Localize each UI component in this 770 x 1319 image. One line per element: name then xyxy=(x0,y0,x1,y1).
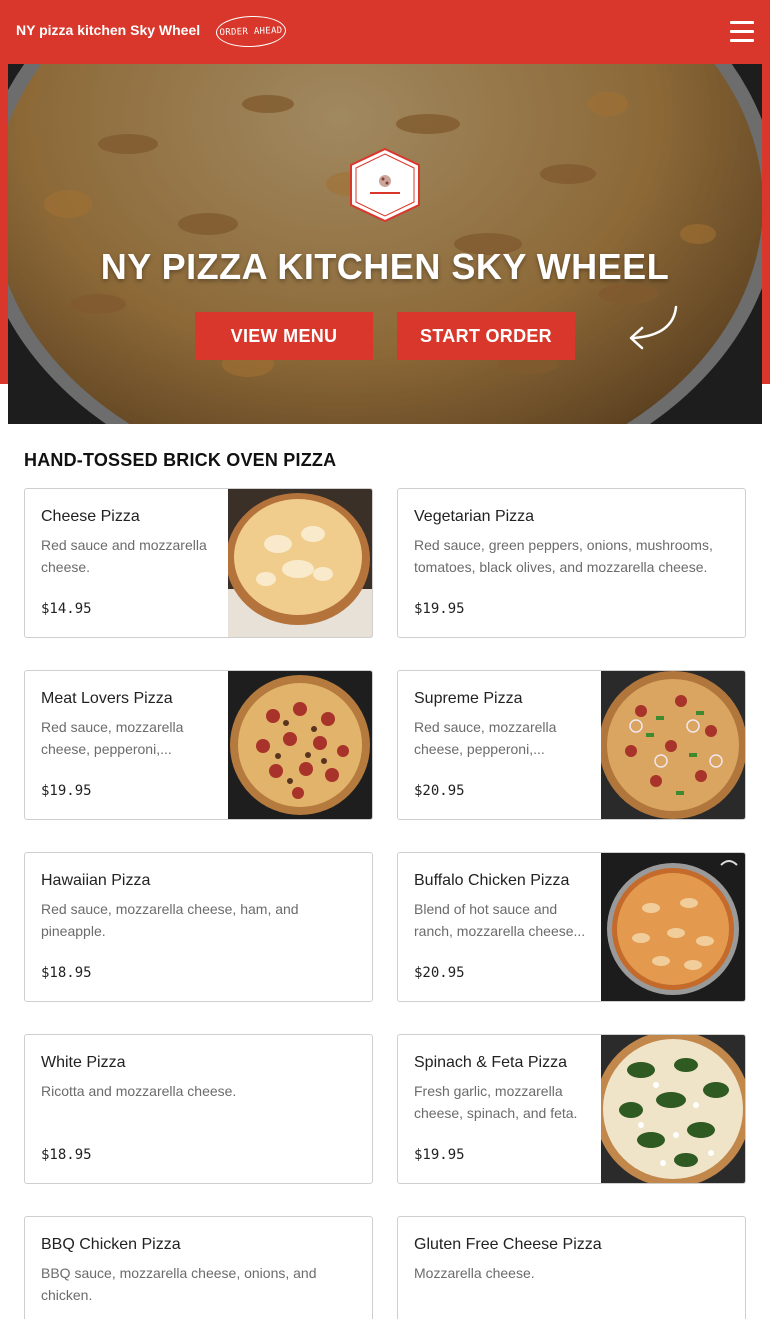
spinach-feta-pizza-photo xyxy=(601,1035,745,1183)
menu-item-price: $19.95 xyxy=(41,783,92,799)
menu-item-name: BBQ Chicken Pizza xyxy=(41,1236,181,1253)
menu-item-name: Hawaiian Pizza xyxy=(41,872,151,889)
menu-item-name: Vegetarian Pizza xyxy=(414,508,535,525)
menu-item-name: Cheese Pizza xyxy=(41,508,140,525)
menu-item-name: Supreme Pizza xyxy=(414,690,523,707)
restaurant-logo-badge xyxy=(350,147,420,223)
menu-item-name: Meat Lovers Pizza xyxy=(41,690,173,707)
menu-item-description: Red sauce, mozzarella cheese, pepperoni,… xyxy=(41,719,184,757)
top-bar: NY pizza kitchen Sky Wheel ORDER AHEAD xyxy=(0,0,770,64)
menu-item-price: $20.95 xyxy=(414,965,465,981)
menu-item-description: Blend of hot sauce and ranch, mozzarella… xyxy=(414,901,586,939)
menu-item-price: $18.95 xyxy=(41,965,92,981)
menu-item-name: White Pizza xyxy=(41,1054,126,1071)
cheese-pizza-photo xyxy=(228,489,372,637)
menu-item-description: BBQ sauce, mozzarella cheese, onions, an… xyxy=(41,1265,317,1303)
menu-item-card[interactable]: Buffalo Chicken Pizza Blend of hot sauce… xyxy=(397,852,746,1002)
menu-item-card[interactable]: Cheese Pizza Red sauce and mozzarella ch… xyxy=(24,488,373,638)
menu-item-description: Red sauce, green peppers, onions, mushro… xyxy=(414,537,713,575)
order-ahead-badge[interactable]: ORDER AHEAD xyxy=(215,14,287,49)
menu-item-description: Fresh garlic, mozzarella cheese, spinach… xyxy=(414,1083,578,1121)
site-name[interactable]: NY pizza kitchen Sky Wheel xyxy=(16,22,200,38)
menu-item-card[interactable]: Gluten Free Cheese Pizza Mozzarella chee… xyxy=(397,1216,746,1319)
hamburger-icon[interactable] xyxy=(730,21,754,43)
menu-item-description: Red sauce, mozzarella cheese, pepperoni,… xyxy=(414,719,557,757)
menu-item-card[interactable]: BBQ Chicken Pizza BBQ sauce, mozzarella … xyxy=(24,1216,373,1319)
menu-item-card[interactable]: White Pizza Ricotta and mozzarella chees… xyxy=(24,1034,373,1184)
hero-section: NY PIZZA KITCHEN SKY WHEEL VIEW MENU STA… xyxy=(8,64,762,424)
menu-item-name: Spinach & Feta Pizza xyxy=(414,1054,567,1071)
meat-lovers-pizza-photo xyxy=(228,671,372,819)
menu-item-card[interactable]: Meat Lovers Pizza Red sauce, mozzarella … xyxy=(24,670,373,820)
menu-item-name: Gluten Free Cheese Pizza xyxy=(414,1236,602,1253)
view-menu-button[interactable]: VIEW MENU xyxy=(195,312,373,360)
menu-item-price: $14.95 xyxy=(41,601,92,617)
hero-title: NY PIZZA KITCHEN SKY WHEEL xyxy=(100,246,670,287)
menu-item-price: $19.95 xyxy=(414,601,465,617)
supreme-pizza-photo xyxy=(601,671,745,819)
menu-item-price: $19.95 xyxy=(414,1147,465,1163)
menu-item-card[interactable]: Hawaiian Pizza Red sauce, mozzarella che… xyxy=(24,852,373,1002)
menu-item-description: Red sauce and mozzarella cheese. xyxy=(41,537,207,575)
start-order-button[interactable]: START ORDER xyxy=(397,312,575,360)
menu-item-name: Buffalo Chicken Pizza xyxy=(414,872,570,889)
section-title: HAND-TOSSED BRICK OVEN PIZZA xyxy=(24,450,337,470)
menu-item-description: Red sauce, mozzarella cheese, ham, and p… xyxy=(41,901,299,939)
menu-item-card[interactable]: Spinach & Feta Pizza Fresh garlic, mozza… xyxy=(397,1034,746,1184)
buffalo-chicken-pizza-photo xyxy=(601,853,745,1001)
menu-item-description: Ricotta and mozzarella cheese. xyxy=(41,1083,237,1099)
menu-item-card[interactable]: Vegetarian Pizza Red sauce, green pepper… xyxy=(397,488,746,638)
curved-arrow-icon xyxy=(629,305,678,350)
menu-item-card[interactable]: Supreme Pizza Red sauce, mozzarella chee… xyxy=(397,670,746,820)
menu-item-price: $20.95 xyxy=(414,783,465,799)
hero-overlay xyxy=(8,64,762,424)
menu-item-price: $18.95 xyxy=(41,1147,92,1163)
menu-item-description: Mozzarella cheese. xyxy=(414,1265,535,1281)
